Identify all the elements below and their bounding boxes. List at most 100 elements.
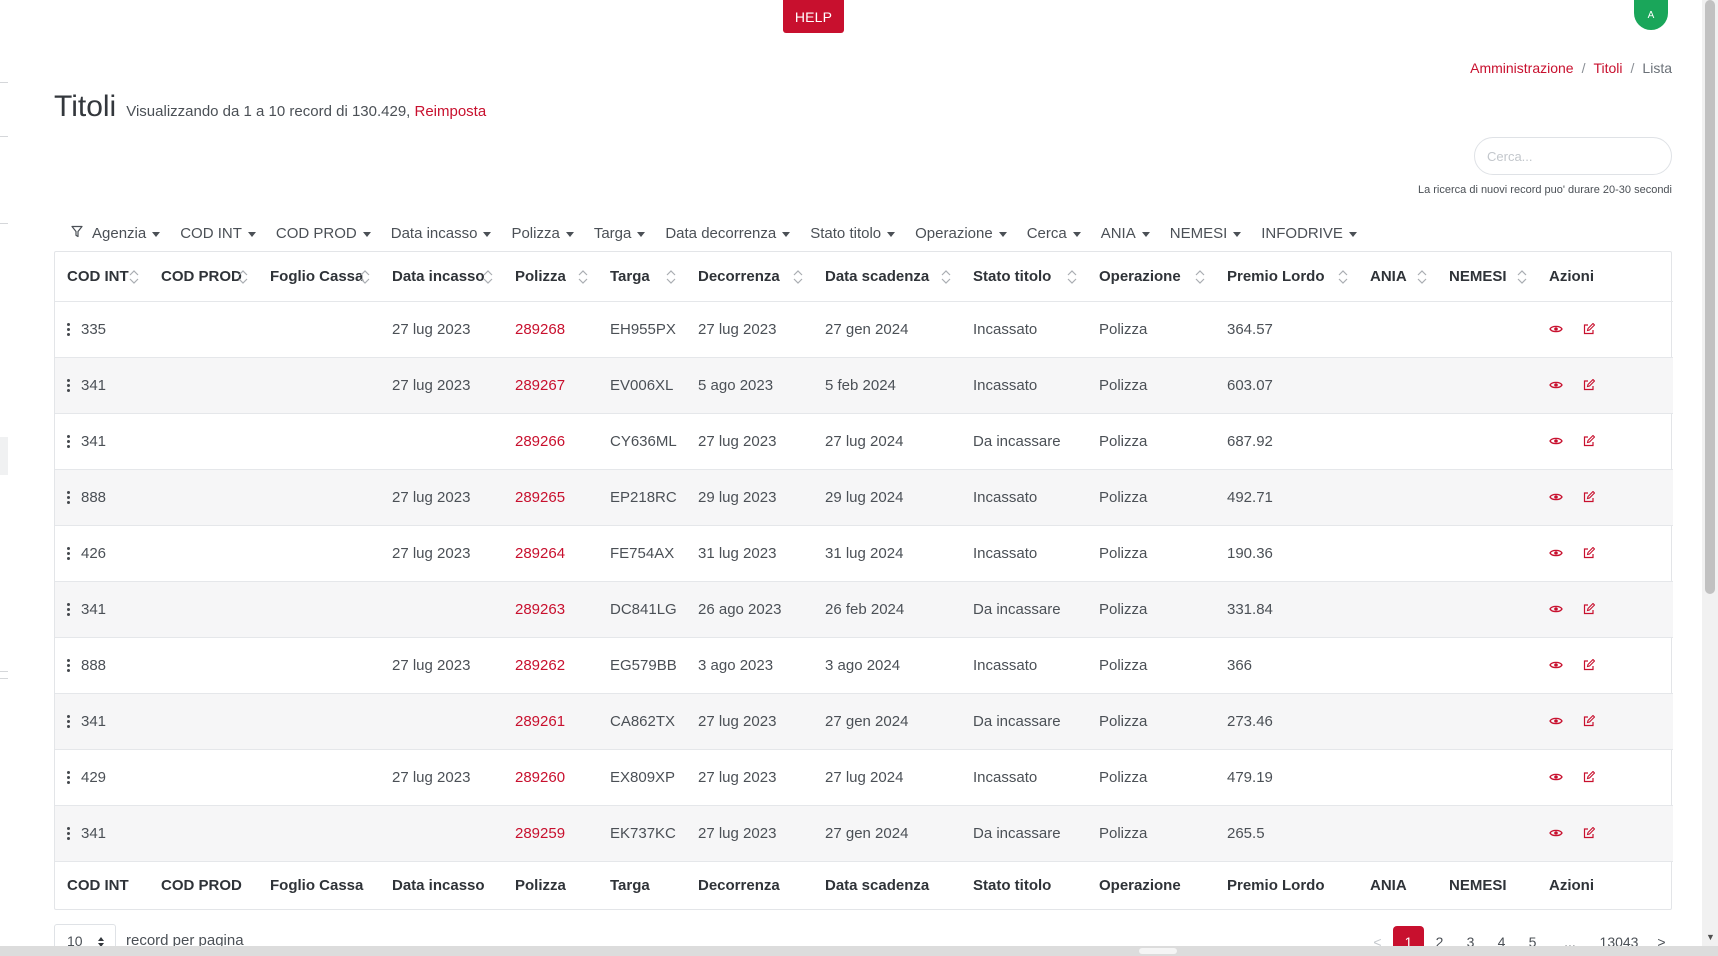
edit-icon[interactable] [1583, 658, 1595, 671]
column-header-data-scadenza[interactable]: Data scadenza [813, 252, 961, 301]
row-menu-icon[interactable] [67, 715, 70, 729]
filter-dropdown-agenzia[interactable]: Agenzia [92, 225, 161, 242]
eye-icon[interactable] [1549, 772, 1563, 782]
eye-icon[interactable] [1549, 716, 1563, 726]
cell-polizza: 289259 [503, 805, 598, 861]
caret-down-icon [247, 232, 256, 237]
column-header-nemesi[interactable]: NEMESI [1437, 252, 1537, 301]
cell-value: 27 gen 2024 [825, 712, 909, 730]
cell-value: 341 [81, 712, 107, 730]
polizza-link[interactable]: 289261 [515, 713, 565, 730]
edit-icon[interactable] [1583, 714, 1595, 727]
cell-azioni [1537, 805, 1673, 861]
column-header-stato-titolo[interactable]: Stato titolo [961, 252, 1087, 301]
column-header-operazione[interactable]: Operazione [1087, 252, 1215, 301]
sort-icon[interactable] [238, 269, 248, 285]
vertical-scrollbar-thumb[interactable] [1705, 0, 1715, 594]
sort-icon[interactable] [1517, 269, 1527, 285]
column-header-cod-int[interactable]: COD INT [55, 252, 149, 301]
horizontal-scrollbar-thumb[interactable] [1139, 948, 1177, 954]
horizontal-scrollbar[interactable] [0, 946, 1718, 956]
eye-icon[interactable] [1549, 436, 1563, 446]
column-header-decorrenza[interactable]: Decorrenza [686, 252, 813, 301]
polizza-link[interactable]: 289265 [515, 489, 565, 506]
polizza-link[interactable]: 289264 [515, 545, 565, 562]
polizza-link[interactable]: 289267 [515, 377, 565, 394]
reset-link[interactable]: Reimposta [415, 103, 487, 120]
cell-data-scadenza: 27 gen 2024 [813, 805, 961, 861]
filter-dropdown-polizza[interactable]: Polizza [511, 225, 574, 242]
filter-dropdown-data-decorrenza[interactable]: Data decorrenza [665, 225, 791, 242]
polizza-link[interactable]: 289260 [515, 769, 565, 786]
column-header-data-incasso[interactable]: Data incasso [380, 252, 503, 301]
column-header-targa[interactable]: Targa [598, 252, 686, 301]
filter-dropdown-cod-prod[interactable]: COD PROD [276, 225, 371, 242]
edit-icon[interactable] [1583, 546, 1595, 559]
eye-icon[interactable] [1549, 492, 1563, 502]
edit-icon[interactable] [1583, 490, 1595, 503]
sort-icon[interactable] [941, 269, 951, 285]
scroll-down-arrow-icon[interactable]: ▼ [1706, 932, 1715, 942]
cell-value: 27 lug 2023 [698, 712, 777, 730]
sort-icon[interactable] [666, 269, 676, 285]
column-header-premio-lordo[interactable]: Premio Lordo [1215, 252, 1358, 301]
row-menu-icon[interactable] [67, 659, 70, 673]
polizza-link[interactable]: 289263 [515, 601, 565, 618]
row-menu-icon[interactable] [67, 323, 70, 337]
edit-icon[interactable] [1583, 378, 1595, 391]
row-menu-icon[interactable] [67, 603, 70, 617]
breadcrumb-link-titoli[interactable]: Titoli [1593, 60, 1622, 76]
sort-icon[interactable] [1338, 269, 1348, 285]
edit-icon[interactable] [1583, 602, 1595, 615]
edit-icon[interactable] [1583, 826, 1595, 839]
eye-icon[interactable] [1549, 604, 1563, 614]
help-button[interactable]: HELP [783, 0, 844, 33]
sort-icon[interactable] [1067, 269, 1077, 285]
column-header-ania[interactable]: ANIA [1358, 252, 1437, 301]
edit-icon[interactable] [1583, 322, 1595, 335]
sort-icon[interactable] [793, 269, 803, 285]
breadcrumb-link-amministrazione[interactable]: Amministrazione [1470, 60, 1573, 76]
polizza-link[interactable]: 289266 [515, 433, 565, 450]
sort-icon[interactable] [483, 269, 493, 285]
polizza-link[interactable]: 289268 [515, 321, 565, 338]
filter-dropdown-nemesi[interactable]: NEMESI [1170, 225, 1242, 242]
filter-dropdown-targa[interactable]: Targa [594, 225, 646, 242]
cell-cod-int: 341 [55, 357, 149, 413]
eye-icon[interactable] [1549, 548, 1563, 558]
cell-value: 27 gen 2024 [825, 320, 909, 338]
sort-icon[interactable] [360, 269, 370, 285]
sort-icon[interactable] [129, 269, 139, 285]
row-menu-icon[interactable] [67, 547, 70, 561]
eye-icon[interactable] [1549, 324, 1563, 334]
eye-icon[interactable] [1549, 660, 1563, 670]
row-menu-icon[interactable] [67, 435, 70, 449]
row-menu-icon[interactable] [67, 771, 70, 785]
filter-dropdown-stato-titolo[interactable]: Stato titolo [810, 225, 896, 242]
eye-icon[interactable] [1549, 828, 1563, 838]
filter-dropdown-ania[interactable]: ANIA [1101, 225, 1150, 242]
user-avatar[interactable]: A [1634, 0, 1668, 30]
row-menu-icon[interactable] [67, 379, 70, 393]
column-header-cod-prod[interactable]: COD PROD [149, 252, 258, 301]
filter-dropdown-infodrive[interactable]: INFODRIVE [1261, 225, 1357, 242]
filter-dropdown-operazione[interactable]: Operazione [915, 225, 1007, 242]
edit-icon[interactable] [1583, 434, 1595, 447]
search-input[interactable] [1474, 137, 1672, 175]
column-header-polizza[interactable]: Polizza [503, 252, 598, 301]
column-header-foglio-cassa[interactable]: Foglio Cassa [258, 252, 380, 301]
edit-icon[interactable] [1583, 770, 1595, 783]
row-menu-icon[interactable] [67, 491, 70, 505]
left-panel-edge [0, 223, 8, 224]
filter-dropdown-data-incasso[interactable]: Data incasso [391, 225, 492, 242]
row-menu-icon[interactable] [67, 827, 70, 841]
sort-icon[interactable] [578, 269, 588, 285]
filter-dropdown-cerca[interactable]: Cerca [1027, 225, 1081, 242]
filter-dropdown-cod-int[interactable]: COD INT [180, 225, 256, 242]
cell-value: 341 [81, 432, 107, 450]
polizza-link[interactable]: 289259 [515, 825, 565, 842]
sort-icon[interactable] [1417, 269, 1427, 285]
eye-icon[interactable] [1549, 380, 1563, 390]
sort-icon[interactable] [1195, 269, 1205, 285]
polizza-link[interactable]: 289262 [515, 657, 565, 674]
